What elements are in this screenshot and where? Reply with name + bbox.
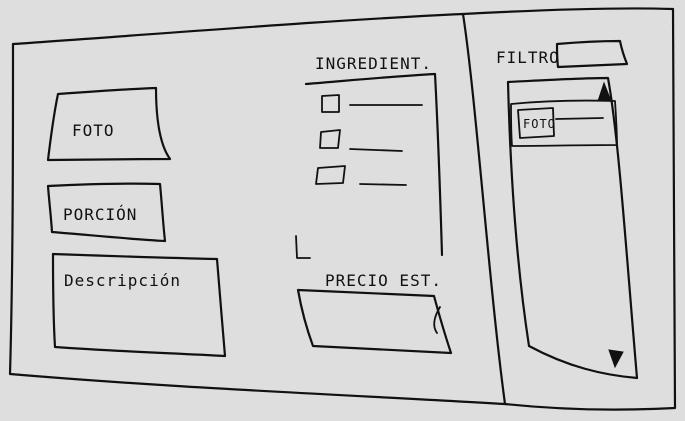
price-field[interactable] [296,288,453,355]
ingredient-row-2[interactable] [319,129,403,152]
ingredients-panel [304,72,444,257]
ingredient-row-1[interactable] [321,94,423,113]
ingredient-checkbox[interactable] [315,165,346,185]
filter-label: FILTRO [496,48,560,67]
filter-panel-frame [461,7,677,411]
ingredient-line [359,183,407,186]
filter-input[interactable] [555,39,629,69]
filter-result-line [555,117,604,120]
ingredient-line [349,148,403,152]
description-field[interactable]: Descripción [51,252,227,358]
photo-placeholder[interactable]: FOTO [46,86,172,162]
filter-result-thumbnail-label: FOTO [523,117,556,131]
ingredient-checkbox[interactable] [319,129,341,149]
scroll-down-icon[interactable] [608,349,624,369]
ingredient-checkbox[interactable] [321,94,340,113]
ingredients-panel-bottom-mark [295,235,311,259]
photo-label: FOTO [72,121,115,140]
ui-sketch: FOTO PORCIÓN Descripción INGREDIENT. PRE… [8,7,677,411]
filter-result-item[interactable]: FOTO [510,99,618,147]
ingredients-title: INGREDIENT. [315,54,432,73]
description-label: Descripción [64,271,181,290]
portion-label: PORCIÓN [63,205,137,224]
price-title: PRECIO EST. [325,271,442,290]
portion-field[interactable]: PORCIÓN [46,182,167,243]
ingredient-row-3[interactable] [315,165,407,186]
